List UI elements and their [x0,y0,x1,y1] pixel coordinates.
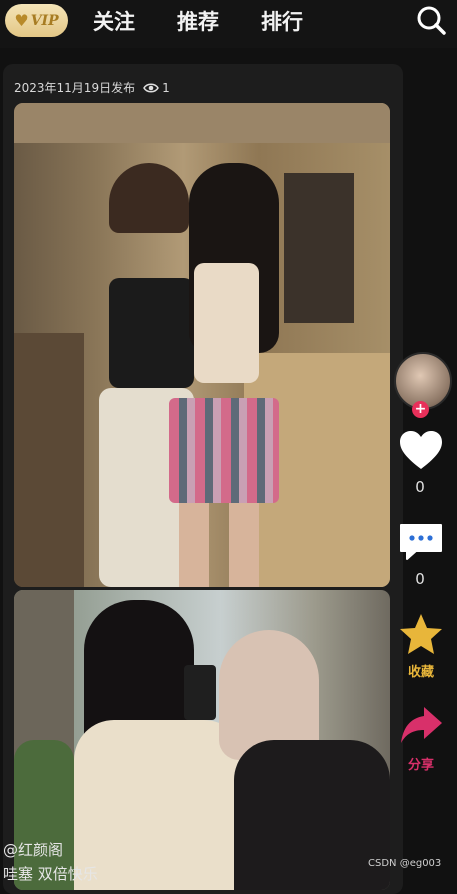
photo-skirt [169,398,279,503]
tab-ranking[interactable]: 排行 [261,6,303,36]
photo-shelf [14,333,84,587]
eye-icon [143,83,159,92]
photo-leg-2 [229,503,259,587]
photo-ceiling [14,103,390,143]
collect-star-icon[interactable] [398,612,444,656]
photo-jacket [234,740,390,890]
vip-badge[interactable]: ♥ VIP [5,4,68,37]
vip-heart-icon: ♥ [14,11,29,30]
photo-machine [284,173,354,323]
share-arrow-icon[interactable] [398,703,444,747]
like-count: 0 [415,478,425,496]
comment-icon[interactable] [398,522,444,562]
follow-plus-icon[interactable]: + [412,401,429,418]
post-photo-1[interactable] [14,103,390,587]
photo-leg-1 [179,503,209,587]
comment-count: 0 [415,570,425,588]
post-photo-2[interactable] [14,590,390,890]
photo-top-left [109,278,194,388]
watermark-channel: @红颜阁 [3,841,64,859]
view-count: 1 [162,80,170,95]
vip-label: VIP [30,12,59,29]
csdn-watermark: CSDN @eg003 [368,858,442,869]
like-heart-icon[interactable] [398,429,444,471]
tab-follow[interactable]: 关注 [93,6,135,36]
post-meta: 2023年11月19日发布 1 [14,79,170,96]
post-date: 2023年11月19日发布 [14,81,136,95]
photo-hair-left [109,163,189,233]
collect-label[interactable]: 收藏 [396,661,446,680]
photo-phone [184,665,216,720]
photo-top-right [194,263,259,383]
search-icon[interactable] [415,4,447,36]
share-label[interactable]: 分享 [396,754,446,773]
photo-hoodie [74,720,244,890]
tab-recommend[interactable]: 推荐 [177,6,219,36]
top-nav: ♥ VIP 关注 推荐 排行 [0,0,457,48]
